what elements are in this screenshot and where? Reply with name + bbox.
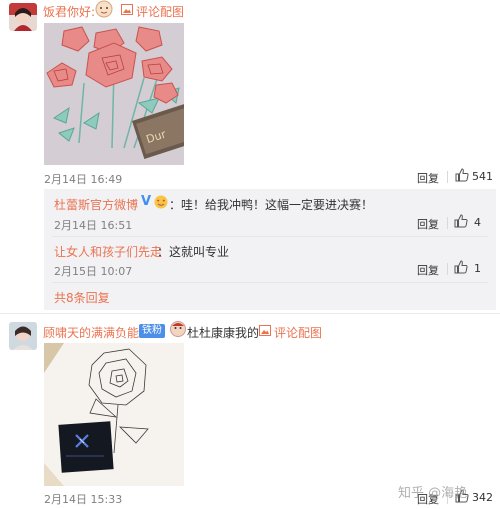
verified-icon: V: [141, 194, 152, 209]
mention-user[interactable]: 杜杜康康我的: [187, 324, 259, 341]
like-count: 4: [474, 216, 481, 229]
watermark: 知乎 @海艳: [398, 486, 468, 501]
comment-time: 2月14日 16:49: [44, 173, 123, 186]
divider: [447, 217, 448, 229]
comment-time: 2月14日 15:33: [44, 493, 123, 506]
like-icon[interactable]: [454, 214, 468, 231]
comment-image[interactable]: Dur: [44, 23, 184, 165]
reply-button[interactable]: 回复: [417, 216, 439, 232]
avatar[interactable]: [9, 322, 37, 350]
reply-time: 2月15日 10:07: [54, 265, 133, 278]
comment-image[interactable]: [44, 343, 184, 486]
reply-list: 杜蕾斯官方微博 V ：哇！给我冲鸭！这幅一定要进决赛！ 2月14日 16:51 …: [44, 189, 496, 310]
comment-divider: [0, 313, 500, 314]
image-icon: [121, 4, 133, 18]
like-icon[interactable]: [454, 260, 468, 277]
reply-button[interactable]: 回复: [417, 262, 439, 278]
divider: [447, 171, 448, 183]
like-count: 342: [472, 491, 493, 504]
reply-time: 2月14日 16:51: [54, 219, 133, 232]
view-image-link[interactable]: 评论配图: [136, 3, 184, 20]
fan-badge: 铁粉: [139, 324, 165, 338]
divider: [447, 263, 448, 275]
like-count: 541: [472, 170, 493, 183]
reply-author[interactable]: 杜蕾斯官方微博: [54, 196, 138, 213]
heart-eyes-emoji-icon: [154, 195, 168, 212]
emoji-face-icon: [95, 0, 113, 21]
mention-avatar-icon: [170, 321, 186, 340]
more-replies-link[interactable]: 共8条回复: [54, 289, 110, 306]
avatar[interactable]: [9, 3, 37, 31]
reply-button[interactable]: 回复: [417, 170, 439, 186]
image-icon: [259, 325, 271, 339]
comment-author[interactable]: 饭君你好:: [43, 3, 95, 20]
reply-separator: [52, 236, 488, 237]
like-count: 1: [474, 262, 481, 275]
like-icon[interactable]: [455, 168, 469, 185]
reply-author[interactable]: 让女人和孩子们先走: [54, 243, 162, 260]
reply-text: ：这就叫专业: [157, 245, 230, 259]
reply-text: ：哇！给我冲鸭！这幅一定要进决赛！: [169, 198, 374, 212]
reply-separator: [52, 282, 488, 283]
comment-author[interactable]: 顾啸天的满满负能量: [43, 324, 151, 341]
view-image-link[interactable]: 评论配图: [274, 324, 322, 341]
